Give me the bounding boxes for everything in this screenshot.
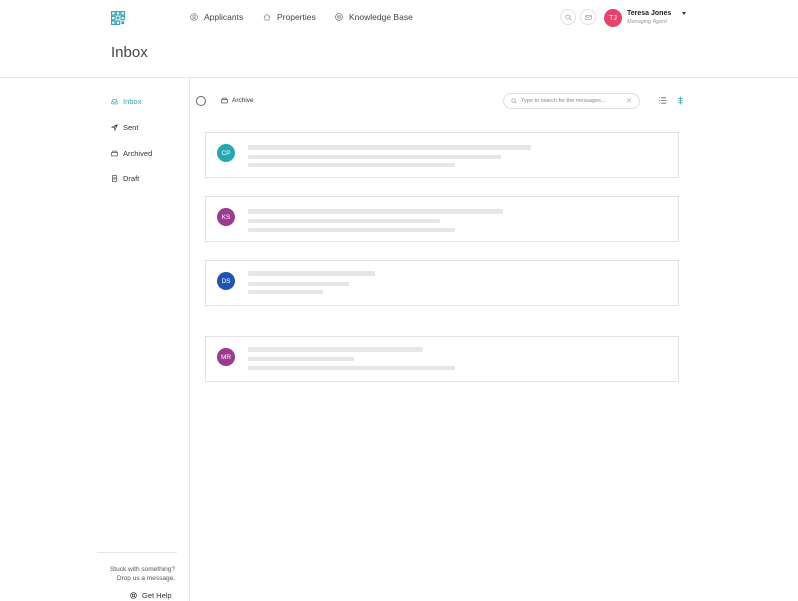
avatar: DS — [217, 272, 235, 290]
message-item[interactable]: KS — [205, 196, 679, 242]
sidebar-item-archived[interactable]: Archived — [111, 149, 152, 158]
sidebar-item-label: Archived — [123, 149, 153, 158]
mail-button[interactable] — [580, 9, 596, 25]
close-icon[interactable]: ✕ — [626, 97, 632, 105]
avatar: MR — [217, 348, 235, 366]
page-title: Inbox — [111, 44, 148, 61]
message-preview-placeholder — [248, 290, 323, 294]
message-item[interactable]: CP — [205, 132, 679, 178]
message-preview-placeholder — [248, 282, 349, 286]
message-subject-placeholder — [248, 347, 423, 352]
user-name[interactable]: Teresa Jones — [627, 10, 671, 17]
nav-applicants-label: Applicants — [204, 12, 244, 22]
user-avatar[interactable]: TJ — [604, 9, 622, 27]
archive-button[interactable]: Archive — [221, 97, 254, 104]
avatar: CP — [217, 144, 235, 162]
archive-icon — [111, 150, 118, 157]
message-preview-placeholder — [248, 228, 455, 232]
sidebar-item-sent[interactable]: Sent — [111, 123, 138, 132]
message-subject-placeholder — [248, 209, 503, 214]
sidebar-item-label: Sent — [123, 123, 139, 132]
get-help-link[interactable]: Get Help — [130, 591, 172, 600]
message-preview-placeholder — [248, 219, 440, 223]
nav-properties[interactable]: Properties — [263, 12, 316, 22]
draft-icon — [112, 175, 117, 182]
logo-icon[interactable] — [111, 11, 125, 25]
message-search[interactable]: ✕ — [503, 93, 640, 109]
inbox-icon — [111, 99, 118, 105]
message-preview-placeholder — [248, 357, 354, 361]
help-divider — [97, 552, 177, 553]
nav-applicants[interactable]: Applicants — [190, 12, 243, 22]
avatar: KS — [217, 208, 235, 226]
filter-icon[interactable] — [676, 96, 685, 105]
message-subject-placeholder — [248, 145, 531, 150]
message-item[interactable]: DS — [205, 260, 679, 306]
sidebar-item-label: Inbox — [123, 97, 142, 106]
nav-knowledge-base-label: Knowledge Base — [349, 12, 413, 22]
search-button[interactable] — [560, 9, 576, 25]
chevron-down-icon[interactable] — [682, 12, 686, 15]
nav-knowledge-base[interactable]: Knowledge Base — [335, 12, 413, 22]
mail-icon — [584, 14, 592, 20]
nav-properties-label: Properties — [277, 12, 316, 22]
search-icon — [511, 98, 517, 104]
message-item[interactable]: MR — [205, 336, 679, 382]
select-all-checkbox[interactable] — [196, 96, 206, 106]
sidebar-item-inbox[interactable]: Inbox — [111, 97, 141, 106]
archive-icon — [221, 97, 228, 104]
lightbulb-icon — [335, 13, 343, 21]
get-help-label: Get Help — [142, 591, 172, 600]
sidebar-item-label: Draft — [123, 174, 140, 183]
home-icon — [263, 13, 271, 21]
user-role: Managing Agent — [627, 19, 667, 25]
header-divider — [0, 77, 798, 78]
message-subject-placeholder — [248, 271, 375, 276]
archive-button-label: Archive — [232, 97, 254, 104]
user-icon — [190, 13, 198, 21]
search-icon — [564, 13, 572, 21]
lifebuoy-icon — [130, 592, 137, 599]
message-preview-placeholder — [248, 155, 501, 159]
top-bar: Applicants Properties Knowledge Base TJ … — [0, 0, 798, 36]
message-preview-placeholder — [248, 366, 455, 370]
send-icon — [111, 124, 118, 131]
sidebar-divider — [189, 78, 190, 601]
message-preview-placeholder — [248, 163, 455, 167]
sidebar-item-draft[interactable]: Draft — [111, 174, 139, 183]
search-input[interactable] — [521, 98, 621, 104]
help-text-line1: Stuck with something? — [109, 566, 175, 573]
list-view-icon[interactable] — [658, 96, 667, 105]
help-text-line2: Drop us a message. — [116, 575, 175, 582]
